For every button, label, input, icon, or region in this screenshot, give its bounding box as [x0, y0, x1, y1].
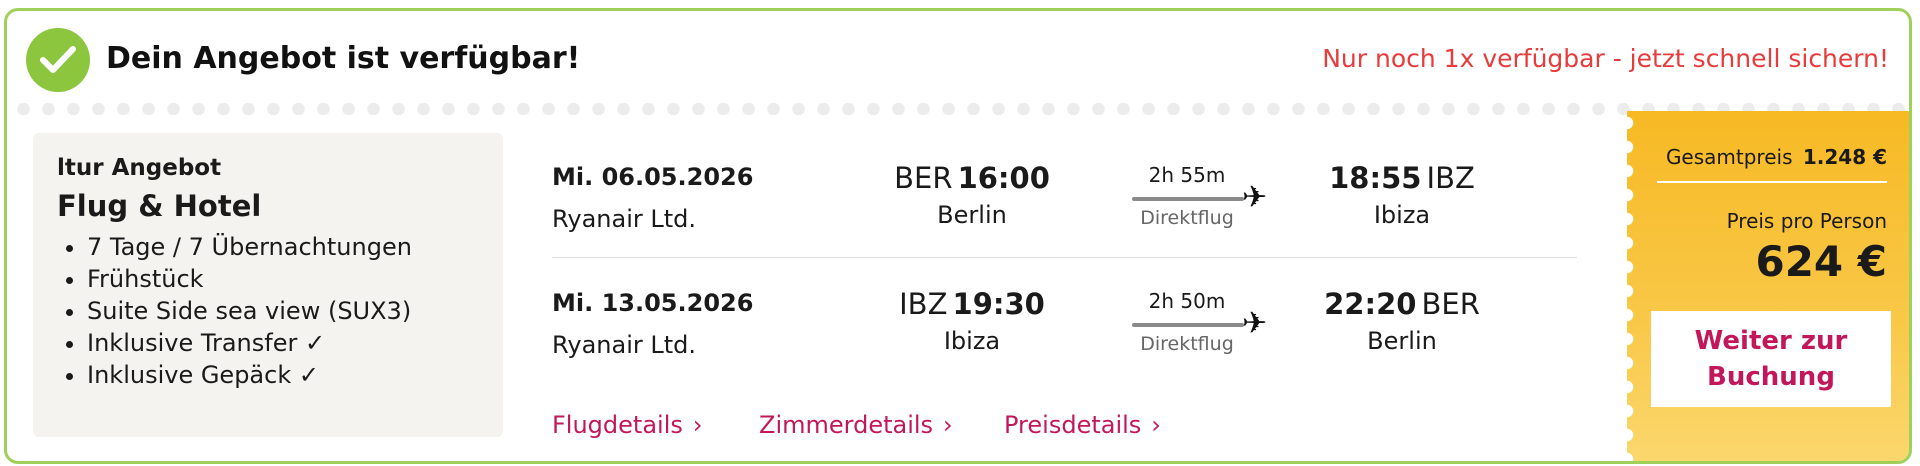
price-panel: Gesamtpreis 1.248 € Preis pro Person 624…: [1620, 111, 1909, 461]
airplane-icon: ✈: [1242, 180, 1268, 215]
chevron-right-icon: ›: [1151, 411, 1161, 439]
route-line: [1132, 323, 1244, 327]
flight-date: Mi. 06.05.2026: [552, 163, 754, 191]
flight-kind: Direktflug: [1140, 333, 1234, 355]
arrival-airport-code: BER: [1421, 287, 1480, 321]
departure-airport-code: IBZ: [899, 287, 948, 321]
availability-header: Dein Angebot ist verfügbar! Nur noch 1x …: [7, 11, 1909, 99]
flight-date: Mi. 13.05.2026: [552, 289, 754, 317]
offer-brand: ltur Angebot: [57, 155, 222, 181]
airplane-icon: ✈: [1242, 306, 1268, 341]
arrival-airport-code: IBZ: [1426, 161, 1475, 195]
price-details-label: Preisdetails: [1004, 411, 1142, 439]
feature-item: Inklusive Gepäck ✓: [87, 359, 479, 391]
arrival: 22:20 BER Berlin: [1322, 287, 1482, 355]
flight-duration: 2h 55m: [1148, 163, 1226, 187]
total-price: Gesamtpreis 1.248 €: [1666, 145, 1887, 169]
departure-airport-code: BER: [894, 161, 953, 195]
departure-time: 16:00: [957, 161, 1050, 195]
flight-kind: Direktflug: [1140, 207, 1234, 229]
offer-type: Flug & Hotel: [57, 189, 262, 223]
flight-airline: Ryanair Ltd.: [552, 331, 696, 359]
flight-separator: [552, 257, 1577, 258]
price-details-link[interactable]: Preisdetails ›: [1004, 411, 1161, 439]
arrival-time: 22:20: [1324, 287, 1417, 321]
feature-item: Suite Side sea view (SUX3): [87, 295, 479, 327]
departure: BER 16:00 Berlin: [892, 161, 1052, 229]
total-price-value: 1.248 €: [1802, 145, 1887, 169]
outbound-flight: Mi. 06.05.2026 Ryanair Ltd. BER 16:00 Be…: [552, 141, 1577, 251]
total-price-label: Gesamtpreis: [1665, 145, 1793, 169]
per-person-label: Preis pro Person: [1726, 209, 1887, 233]
departure: IBZ 19:30 Ibiza: [892, 287, 1052, 355]
room-details-link[interactable]: Zimmerdetails ›: [759, 411, 953, 439]
checkmark-icon: [26, 28, 90, 92]
flight-duration-info: 2h 55m ✈ Direktflug: [1132, 163, 1282, 233]
flight-details-link[interactable]: Flugdetails ›: [552, 411, 702, 439]
chevron-right-icon: ›: [943, 411, 953, 439]
offer-card: Dein Angebot ist verfügbar! Nur noch 1x …: [4, 8, 1912, 464]
flight-details-label: Flugdetails: [552, 411, 683, 439]
continue-booking-button[interactable]: Weiter zur Buchung: [1651, 311, 1891, 407]
departure-city: Berlin: [937, 201, 1007, 229]
offer-features: 7 Tage / 7 Übernachtungen Frühstück Suit…: [57, 231, 479, 391]
feature-item: Frühstück: [87, 263, 479, 295]
urgency-notice: Nur noch 1x verfügbar - jetzt schnell si…: [1322, 44, 1889, 73]
departure-time: 19:30: [952, 287, 1045, 321]
arrival-city: Berlin: [1367, 327, 1437, 355]
flight-duration-info: 2h 50m ✈ Direktflug: [1132, 289, 1282, 359]
price-divider: [1657, 181, 1887, 183]
arrival: 18:55 IBZ Ibiza: [1322, 161, 1482, 229]
route-line: [1132, 197, 1244, 201]
departure-city: Ibiza: [943, 327, 1001, 355]
feature-item: 7 Tage / 7 Übernachtungen: [87, 231, 479, 263]
chevron-right-icon: ›: [692, 411, 703, 439]
room-details-label: Zimmerdetails: [759, 411, 934, 439]
return-flight: Mi. 13.05.2026 Ryanair Ltd. IBZ 19:30 Ib…: [552, 267, 1577, 377]
per-person-price: 624 €: [1755, 237, 1887, 286]
feature-item: Inklusive Transfer ✓: [87, 327, 479, 359]
offer-summary: ltur Angebot Flug & Hotel 7 Tage / 7 Übe…: [33, 133, 503, 437]
flight-duration: 2h 50m: [1148, 289, 1226, 313]
availability-title: Dein Angebot ist verfügbar!: [106, 41, 581, 76]
arrival-city: Ibiza: [1373, 201, 1431, 229]
arrival-time: 18:55: [1329, 161, 1422, 195]
flight-airline: Ryanair Ltd.: [552, 205, 696, 233]
